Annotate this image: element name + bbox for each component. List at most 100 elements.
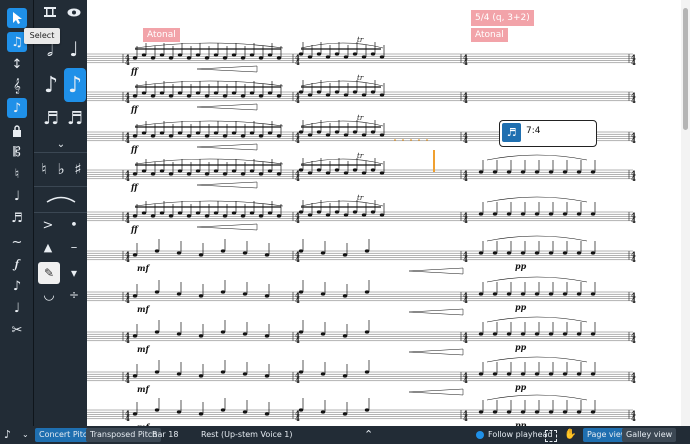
marcato-icon[interactable]: ▲ xyxy=(38,238,58,256)
note-head xyxy=(132,134,138,138)
note-head xyxy=(352,168,358,172)
cut-icon[interactable]: ✂ xyxy=(7,320,27,340)
note-head xyxy=(154,330,160,334)
tuplet-icon[interactable]: ♬ xyxy=(7,208,27,228)
thirty-second-note-icon[interactable]: ♬ xyxy=(40,106,62,130)
note-head xyxy=(379,171,385,175)
note-head xyxy=(242,251,248,255)
note-head xyxy=(159,169,165,173)
note-head xyxy=(334,90,340,94)
repeat-bar-icon[interactable] xyxy=(40,3,60,21)
note-head xyxy=(222,56,228,60)
note-head xyxy=(334,210,340,214)
ornament-icon[interactable]: ~ xyxy=(7,232,27,252)
note-head xyxy=(506,170,512,174)
note-head xyxy=(576,292,582,296)
eighth-note-icon[interactable]: ♪ xyxy=(40,70,62,100)
notes-panel-icon[interactable]: ♪ xyxy=(7,98,27,118)
clef-icon[interactable]: 𝄞 xyxy=(7,76,27,96)
transpose-icon[interactable]: ↕ xyxy=(7,54,27,74)
note-head xyxy=(562,410,568,414)
caesura-icon[interactable]: ÷ xyxy=(64,286,84,304)
scrollbar-thumb[interactable] xyxy=(683,8,688,130)
note-head xyxy=(258,94,264,98)
tremolo-icon[interactable]: ♩ xyxy=(7,298,27,318)
accent-icon[interactable]: > xyxy=(38,216,58,234)
transposed-pitch-button[interactable]: Transposed Pitch xyxy=(86,428,162,442)
time-signature: 4 xyxy=(463,414,468,423)
time-signature: 4 xyxy=(295,216,300,225)
dynamics-icon[interactable]: 𝆑 xyxy=(7,254,27,274)
clef-c-icon[interactable]: 𝄡 xyxy=(7,142,27,162)
dotted-note-icon[interactable]: ♩ xyxy=(7,186,27,206)
note-head xyxy=(213,131,219,135)
lock-icon[interactable] xyxy=(7,121,27,141)
note-head xyxy=(361,133,367,137)
sixteenth-note-icon[interactable]: ♪ xyxy=(64,68,86,102)
note-head xyxy=(150,172,156,176)
dynamic-mark: mf xyxy=(137,304,150,314)
vertical-scrollbar[interactable] xyxy=(681,0,690,426)
note-head xyxy=(220,408,226,412)
tuplet-popover[interactable]: ♬ 7:4 xyxy=(499,120,597,147)
note-head xyxy=(590,410,596,414)
note-head xyxy=(298,408,304,412)
note-head xyxy=(548,170,554,174)
time-signature: 4 xyxy=(295,414,300,423)
staccato-icon[interactable]: • xyxy=(64,216,84,234)
chevron-up-icon[interactable]: ⌃ xyxy=(364,426,373,444)
note-head xyxy=(141,211,147,215)
note-head xyxy=(361,55,367,59)
select-arrow-icon[interactable] xyxy=(7,8,27,28)
note-head xyxy=(520,332,526,336)
hand-tool-icon[interactable]: ✋ xyxy=(564,426,576,444)
slur-icon[interactable] xyxy=(42,192,80,206)
note-head xyxy=(590,292,596,296)
note-head xyxy=(276,214,282,218)
sixty-fourth-note-icon[interactable]: ♬ xyxy=(64,106,86,130)
sharp-button[interactable]: ♯ xyxy=(70,158,86,180)
note-head xyxy=(325,213,331,217)
natural-button[interactable]: ♮ xyxy=(36,158,52,180)
note-head xyxy=(576,170,582,174)
hairpin xyxy=(408,388,464,396)
note-head xyxy=(492,372,498,376)
note-head xyxy=(213,211,219,215)
quarter-note-icon[interactable]: ♩ xyxy=(64,37,84,61)
slur xyxy=(486,154,588,161)
dynamic-mark: ff xyxy=(130,66,139,76)
note-head xyxy=(231,211,237,215)
dynamic-mark: mf xyxy=(137,384,150,394)
note-head xyxy=(204,172,210,176)
staccatissimo-icon[interactable]: ✎ xyxy=(38,262,60,284)
time-signature: 4 xyxy=(463,216,468,225)
chevron-down-icon[interactable]: ⌄ xyxy=(22,426,29,444)
note-head xyxy=(176,292,182,296)
caret-dot xyxy=(418,139,420,141)
note-head xyxy=(168,172,174,176)
note-head xyxy=(364,249,370,253)
tenuto-icon[interactable]: – xyxy=(64,238,84,256)
follow-playhead-toggle[interactable] xyxy=(476,426,484,444)
note-head xyxy=(342,253,348,257)
note-head xyxy=(264,294,270,298)
note-head xyxy=(150,56,156,60)
chevron-down-icon[interactable]: ⌄ xyxy=(52,138,70,150)
note-head xyxy=(177,131,183,135)
note-head xyxy=(492,170,498,174)
grace-note-icon[interactable]: ♪ xyxy=(7,276,27,296)
flat-button[interactable]: ♭ xyxy=(53,158,69,180)
note-head xyxy=(334,168,340,172)
time-signature: 4 xyxy=(463,336,468,345)
note-head xyxy=(177,53,183,57)
galley-view-button[interactable]: Galley view xyxy=(622,428,677,442)
key-signature-icon[interactable]: ♮ xyxy=(7,164,27,184)
note-icon[interactable]: ♪ xyxy=(4,426,11,444)
selection-tool-icon[interactable] xyxy=(545,430,557,442)
stress-icon[interactable]: ▾ xyxy=(64,262,84,284)
notes-palette: 𝅗𝅥 ♩ ♪ ♪ ♬ ♬ ⌄ ♮ ♭ ♯ > • ▲ – ✎ ▾ ◡ ÷ xyxy=(33,0,88,426)
note-head xyxy=(320,251,326,255)
note-head xyxy=(548,292,554,296)
eye-icon[interactable] xyxy=(64,3,84,21)
fermata-icon[interactable]: ◡ xyxy=(38,286,60,304)
